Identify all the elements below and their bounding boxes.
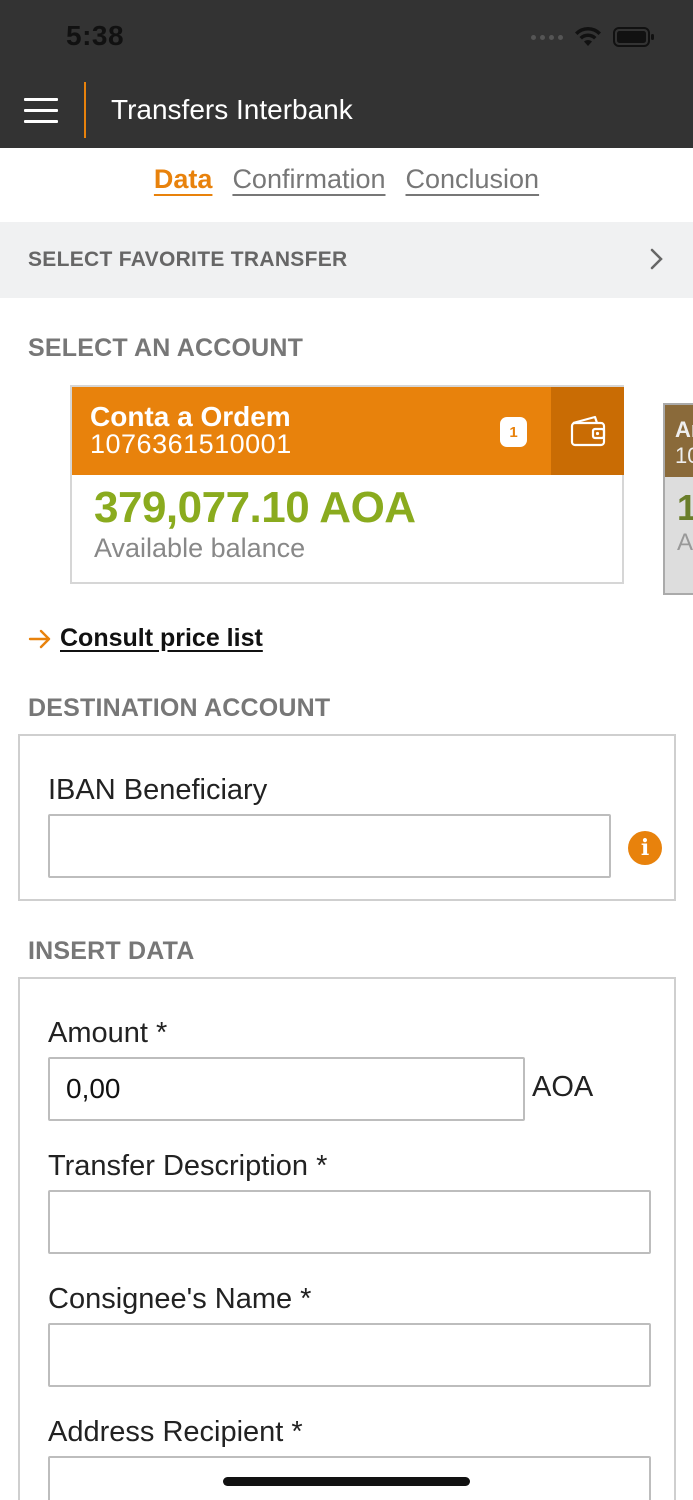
select-favorite-transfer-row[interactable]: SELECT FAVORITE TRANSFER (0, 222, 693, 298)
address-recipient-label: Address Recipient * (48, 1416, 303, 1448)
consult-price-list-link[interactable]: Consult price list (28, 624, 263, 653)
step-conclusion[interactable]: Conclusion (406, 164, 540, 222)
arrow-right-icon (28, 629, 51, 648)
insert-data-box: Amount * 0,00 AOA Transfer Description *… (18, 977, 676, 1500)
wifi-icon (575, 26, 601, 46)
step-tabs: Data Confirmation Conclusion (0, 148, 693, 222)
amount-input[interactable]: 0,00 (48, 1057, 525, 1121)
header-divider (84, 82, 86, 138)
available-balance-label: Available balance (94, 533, 306, 563)
transfer-description-label: Transfer Description * (48, 1150, 328, 1182)
select-account-title: SELECT AN ACCOUNT (28, 334, 304, 362)
next-account-balance-label: A (677, 529, 693, 556)
iban-label: IBAN Beneficiary (48, 774, 268, 806)
account-badge: 1 (500, 417, 527, 447)
iban-input[interactable] (48, 814, 611, 878)
next-account-balance: 1 (677, 487, 693, 529)
info-icon[interactable]: i (628, 831, 662, 865)
status-bar: 5:38 (0, 0, 693, 78)
amount-label: Amount * (48, 1017, 168, 1049)
step-data[interactable]: Data (154, 164, 213, 222)
account-card-header: Conta a Ordem 1076361510001 1 (72, 387, 624, 475)
account-card[interactable]: Conta a Ordem 1076361510001 1 379,077.10… (70, 385, 624, 584)
next-account-card-header: Ar 10 (665, 405, 693, 477)
battery-icon (613, 27, 654, 47)
status-icons (531, 26, 655, 48)
account-number: 1076361510001 (90, 429, 292, 459)
step-confirmation[interactable]: Confirmation (232, 164, 385, 222)
amount-currency: AOA (532, 1071, 594, 1103)
next-account-card[interactable]: Ar 10 1 A (663, 403, 693, 595)
transfer-description-input[interactable] (48, 1190, 651, 1254)
consignee-name-input[interactable] (48, 1323, 651, 1387)
destination-account-box: IBAN Beneficiary i (18, 734, 676, 901)
destination-account-title: DESTINATION ACCOUNT (28, 694, 331, 722)
signal-icon (531, 34, 563, 40)
consignee-name-label: Consignee's Name * (48, 1283, 312, 1315)
account-balance: 379,077.10 AOA (94, 483, 416, 532)
next-account-name: Ar (675, 417, 693, 442)
page-title: Transfers Interbank (111, 94, 353, 125)
app-header: Transfers Interbank (0, 78, 693, 148)
insert-data-title: INSERT DATA (28, 937, 195, 965)
favorite-label: SELECT FAVORITE TRANSFER (28, 248, 348, 271)
home-indicator (223, 1477, 470, 1486)
chevron-right-icon (650, 248, 663, 270)
wallet-icon[interactable] (551, 387, 624, 475)
consult-price-list-label: Consult price list (60, 624, 263, 652)
status-time: 5:38 (66, 20, 125, 51)
next-account-number: 10 (675, 443, 693, 468)
hamburger-menu-icon[interactable] (24, 98, 60, 128)
